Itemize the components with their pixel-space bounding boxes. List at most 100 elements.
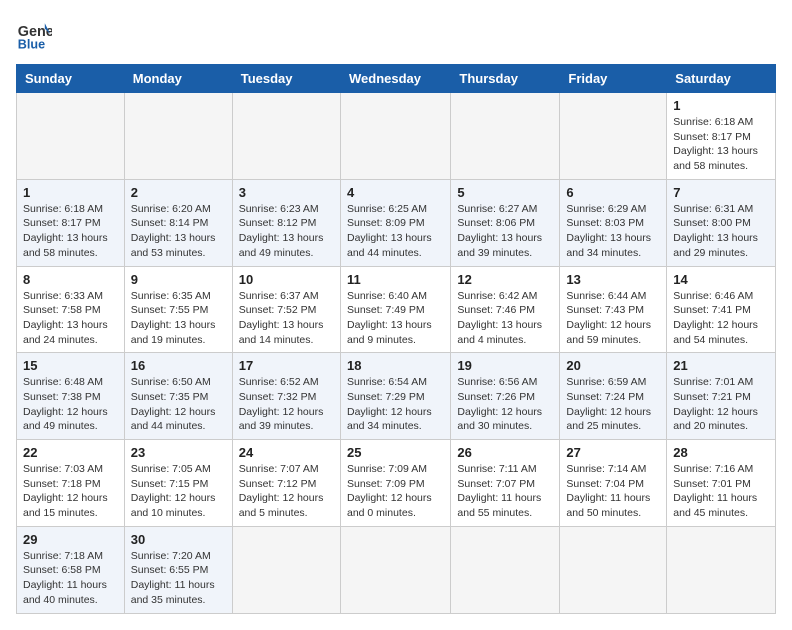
day-number: 20 — [566, 358, 660, 373]
day-detail: Sunrise: 6:44 AMSunset: 7:43 PMDaylight:… — [566, 289, 660, 348]
day-number: 5 — [457, 185, 553, 200]
day-detail: Sunrise: 6:48 AMSunset: 7:38 PMDaylight:… — [23, 375, 118, 434]
day-detail: Sunrise: 6:59 AMSunset: 7:24 PMDaylight:… — [566, 375, 660, 434]
day-number: 23 — [131, 445, 226, 460]
day-number: 22 — [23, 445, 118, 460]
col-header-tuesday: Tuesday — [232, 65, 340, 93]
day-cell — [560, 526, 667, 613]
day-cell: 7 Sunrise: 6:31 AMSunset: 8:00 PMDaylight… — [667, 179, 776, 266]
day-cell — [232, 93, 340, 180]
day-number: 19 — [457, 358, 553, 373]
day-detail: Sunrise: 6:50 AMSunset: 7:35 PMDaylight:… — [131, 375, 226, 434]
page-header: General Blue — [16, 16, 776, 52]
day-detail: Sunrise: 6:29 AMSunset: 8:03 PMDaylight:… — [566, 202, 660, 261]
day-detail: Sunrise: 7:18 AMSunset: 6:58 PMDaylight:… — [23, 549, 118, 608]
day-number: 1 — [673, 98, 769, 113]
day-cell: 21Sunrise: 7:01 AMSunset: 7:21 PMDayligh… — [667, 353, 776, 440]
day-cell: 26 Sunrise: 7:11 AMSunset: 7:07 PMDayligh… — [451, 440, 560, 527]
day-number: 6 — [566, 185, 660, 200]
day-detail: Sunrise: 7:03 AMSunset: 7:18 PMDaylight:… — [23, 462, 118, 521]
day-detail: Sunrise: 7:20 AMSunset: 6:55 PMDaylight:… — [131, 549, 226, 608]
day-number: 7 — [673, 185, 769, 200]
day-cell — [17, 93, 125, 180]
day-detail: Sunrise: 7:09 AMSunset: 7:09 PMDaylight:… — [347, 462, 444, 521]
day-number: 26 — [457, 445, 553, 460]
week-row-5: 29 Sunrise: 7:18 AMSunset: 6:58 PMDayligh… — [17, 526, 776, 613]
day-cell: 14 Sunrise: 6:46 AMSunset: 7:41 PMDayligh… — [667, 266, 776, 353]
day-number: 12 — [457, 272, 553, 287]
day-number: 18 — [347, 358, 444, 373]
day-cell: 20 Sunrise: 6:59 AMSunset: 7:24 PMDayligh… — [560, 353, 667, 440]
day-detail: Sunrise: 7:05 AMSunset: 7:15 PMDaylight:… — [131, 462, 226, 521]
day-number: 29 — [23, 532, 118, 547]
day-detail: Sunrise: 6:54 AMSunset: 7:29 PMDaylight:… — [347, 375, 444, 434]
col-header-sunday: Sunday — [17, 65, 125, 93]
day-detail: Sunrise: 6:27 AMSunset: 8:06 PMDaylight:… — [457, 202, 553, 261]
col-header-saturday: Saturday — [667, 65, 776, 93]
day-cell — [232, 526, 340, 613]
day-detail: Sunrise: 6:18 AMSunset: 8:17 PMDaylight:… — [23, 202, 118, 261]
day-cell: 24 Sunrise: 7:07 AMSunset: 7:12 PMDayligh… — [232, 440, 340, 527]
day-number: 27 — [566, 445, 660, 460]
day-cell — [340, 526, 450, 613]
day-number: 24 — [239, 445, 334, 460]
day-cell: 30 Sunrise: 7:20 AMSunset: 6:55 PMDayligh… — [124, 526, 232, 613]
day-detail: Sunrise: 7:11 AMSunset: 7:07 PMDaylight:… — [457, 462, 553, 521]
col-header-wednesday: Wednesday — [340, 65, 450, 93]
day-number: 4 — [347, 185, 444, 200]
week-row-0: 1 Sunrise: 6:18 AMSunset: 8:17 PMDaylight… — [17, 93, 776, 180]
day-detail: Sunrise: 6:56 AMSunset: 7:26 PMDaylight:… — [457, 375, 553, 434]
day-detail: Sunrise: 6:33 AMSunset: 7:58 PMDaylight:… — [23, 289, 118, 348]
day-cell: 25 Sunrise: 7:09 AMSunset: 7:09 PMDayligh… — [340, 440, 450, 527]
day-number: 2 — [131, 185, 226, 200]
day-cell: 1 Sunrise: 6:18 AMSunset: 8:17 PMDaylight… — [17, 179, 125, 266]
day-cell: 16 Sunrise: 6:50 AMSunset: 7:35 PMDayligh… — [124, 353, 232, 440]
day-detail: Sunrise: 6:20 AMSunset: 8:14 PMDaylight:… — [131, 202, 226, 261]
day-number: 28 — [673, 445, 769, 460]
day-detail: Sunrise: 6:31 AMSunset: 8:00 PMDaylight:… — [673, 202, 769, 261]
day-detail: Sunrise: 6:35 AMSunset: 7:55 PMDaylight:… — [131, 289, 226, 348]
day-number: 9 — [131, 272, 226, 287]
day-cell — [667, 526, 776, 613]
day-cell: 17 Sunrise: 6:52 AMSunset: 7:32 PMDayligh… — [232, 353, 340, 440]
day-cell: 8 Sunrise: 6:33 AMSunset: 7:58 PMDaylight… — [17, 266, 125, 353]
day-number: 15 — [23, 358, 118, 373]
logo: General Blue — [16, 16, 52, 52]
day-number: 3 — [239, 185, 334, 200]
day-cell: 2 Sunrise: 6:20 AMSunset: 8:14 PMDaylight… — [124, 179, 232, 266]
day-number: 30 — [131, 532, 226, 547]
day-cell: 11Sunrise: 6:40 AMSunset: 7:49 PMDayligh… — [340, 266, 450, 353]
day-cell: 19 Sunrise: 6:56 AMSunset: 7:26 PMDayligh… — [451, 353, 560, 440]
day-cell — [560, 93, 667, 180]
day-detail: Sunrise: 6:42 AMSunset: 7:46 PMDaylight:… — [457, 289, 553, 348]
day-cell: 3 Sunrise: 6:23 AMSunset: 8:12 PMDaylight… — [232, 179, 340, 266]
day-detail: Sunrise: 6:23 AMSunset: 8:12 PMDaylight:… — [239, 202, 334, 261]
day-number: 8 — [23, 272, 118, 287]
day-detail: Sunrise: 6:37 AMSunset: 7:52 PMDaylight:… — [239, 289, 334, 348]
day-cell: 1 Sunrise: 6:18 AMSunset: 8:17 PMDaylight… — [667, 93, 776, 180]
week-row-3: 15 Sunrise: 6:48 AMSunset: 7:38 PMDayligh… — [17, 353, 776, 440]
col-header-monday: Monday — [124, 65, 232, 93]
col-header-thursday: Thursday — [451, 65, 560, 93]
day-number: 21 — [673, 358, 769, 373]
day-cell: 6 Sunrise: 6:29 AMSunset: 8:03 PMDaylight… — [560, 179, 667, 266]
day-detail: Sunrise: 6:18 AMSunset: 8:17 PMDaylight:… — [673, 115, 769, 174]
day-number: 13 — [566, 272, 660, 287]
day-number: 17 — [239, 358, 334, 373]
day-detail: Sunrise: 6:25 AMSunset: 8:09 PMDaylight:… — [347, 202, 444, 261]
day-number: 25 — [347, 445, 444, 460]
day-cell: 27Sunrise: 7:14 AMSunset: 7:04 PMDayligh… — [560, 440, 667, 527]
day-detail: Sunrise: 6:46 AMSunset: 7:41 PMDaylight:… — [673, 289, 769, 348]
day-cell: 22 Sunrise: 7:03 AMSunset: 7:18 PMDayligh… — [17, 440, 125, 527]
day-number: 14 — [673, 272, 769, 287]
col-header-friday: Friday — [560, 65, 667, 93]
day-cell — [451, 93, 560, 180]
day-number: 1 — [23, 185, 118, 200]
day-cell: 13 Sunrise: 6:44 AMSunset: 7:43 PMDayligh… — [560, 266, 667, 353]
calendar-table: SundayMondayTuesdayWednesdayThursdayFrid… — [16, 64, 776, 614]
day-detail: Sunrise: 7:07 AMSunset: 7:12 PMDaylight:… — [239, 462, 334, 521]
day-number: 16 — [131, 358, 226, 373]
day-number: 11 — [347, 272, 444, 287]
day-detail: Sunrise: 6:52 AMSunset: 7:32 PMDaylight:… — [239, 375, 334, 434]
day-cell: 28Sunrise: 7:16 AMSunset: 7:01 PMDayligh… — [667, 440, 776, 527]
